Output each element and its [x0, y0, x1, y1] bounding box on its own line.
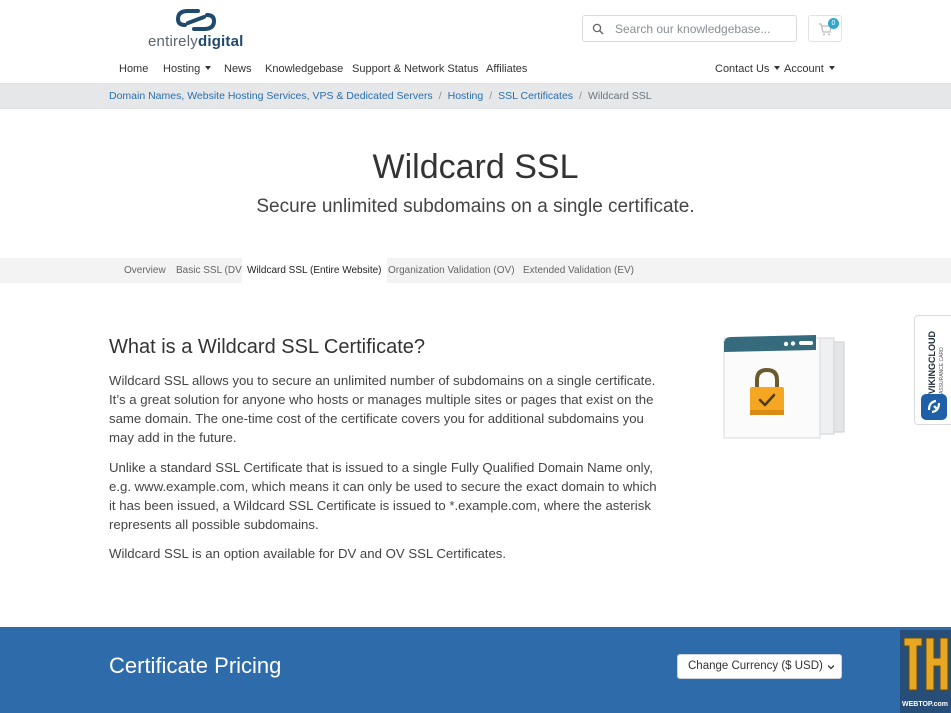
- breadcrumb: Domain Names, Website Hosting Services, …: [0, 83, 951, 109]
- site-logo[interactable]: entirelydigital: [148, 7, 248, 51]
- svg-text:WEBTOP.com: WEBTOP.com: [902, 701, 948, 708]
- nav-knowledgebase[interactable]: Knowledgebase: [265, 63, 343, 75]
- section-heading: What is a Wildcard SSL Certificate?: [109, 336, 426, 358]
- logo-wordmark: entirelydigital: [148, 33, 244, 50]
- chevron-down-icon: [828, 665, 834, 670]
- nav-support-status[interactable]: Support & Network Status: [352, 63, 479, 75]
- tab-extended-validation[interactable]: Extended Validation (EV): [518, 258, 639, 283]
- certificate-pricing-section: Certificate Pricing Change Currency ($ U…: [0, 627, 951, 713]
- currency-select-label: Change Currency ($ USD): [688, 660, 823, 672]
- search-input[interactable]: [615, 19, 790, 39]
- search-icon: [592, 23, 604, 35]
- breadcrumb-current: Wildcard SSL: [587, 90, 652, 102]
- paragraph-comparison: Unlike a standard SSL Certificate that i…: [109, 460, 657, 532]
- nav-hosting[interactable]: Hosting: [163, 63, 212, 75]
- logo-mark-icon: [176, 9, 216, 31]
- knowledgebase-search[interactable]: [582, 15, 797, 42]
- breadcrumb-separator: /: [438, 90, 442, 102]
- page-subtitle: Secure unlimited subdomains on a single …: [256, 196, 695, 217]
- vikingcloud-assurance-badge[interactable]: VIKINGCLOUD ASSURANCE CARD: [914, 315, 951, 425]
- chevron-down-icon: [205, 66, 212, 70]
- breadcrumb-separator: /: [489, 90, 493, 102]
- svg-text:ASSURANCE CARD: ASSURANCE CARD: [939, 347, 945, 394]
- main-nav: Home Hosting News Knowledgebase Support …: [0, 56, 951, 83]
- page-title: Wildcard SSL: [372, 148, 579, 186]
- nav-account[interactable]: Account: [784, 63, 835, 75]
- pricing-heading: Certificate Pricing: [109, 653, 282, 678]
- ssl-subnav: Overview Basic SSL (DV) Wildcard SSL (En…: [0, 258, 951, 283]
- breadcrumb-separator: /: [579, 90, 582, 102]
- cart-button[interactable]: 0: [808, 15, 842, 42]
- nav-hosting-label: Hosting: [163, 63, 201, 75]
- breadcrumb-ssl-certificates[interactable]: SSL Certificates: [498, 90, 573, 102]
- viking-line2: ASSURANCE CARD: [939, 347, 945, 394]
- chevron-down-icon: [774, 66, 781, 70]
- chevron-down-icon: [828, 66, 835, 70]
- viking-line1: VIKINGCLOUD: [927, 330, 937, 394]
- vikingcloud-wordmark: VIKINGCLOUD ASSURANCE CARD: [927, 330, 945, 394]
- cart-count-badge: 0: [828, 18, 839, 29]
- paragraph-intro: Wildcard SSL allows you to secure an unl…: [109, 373, 656, 445]
- nav-account-label: Account: [784, 63, 824, 75]
- breadcrumb-hosting[interactable]: Hosting: [448, 90, 484, 102]
- paragraph-availability: Wildcard SSL is an option available for …: [109, 546, 507, 561]
- nav-contact-us[interactable]: Contact Us: [715, 63, 781, 75]
- tab-basic-ssl[interactable]: Basic SSL (DV): [171, 258, 250, 283]
- nav-affiliates[interactable]: Affiliates: [486, 63, 527, 75]
- site-header: entirelydigital 0: [0, 0, 951, 56]
- tab-wildcard-ssl[interactable]: Wildcard SSL (Entire Website): [242, 258, 387, 283]
- svg-text:VIKINGCLOUD: VIKINGCLOUD: [927, 330, 937, 394]
- tab-organization-validation[interactable]: Organization Validation (OV): [383, 258, 520, 283]
- watermark-text: WEBTOP.com: [902, 701, 948, 708]
- nav-home[interactable]: Home: [119, 63, 148, 75]
- currency-select[interactable]: Change Currency ($ USD): [677, 654, 842, 679]
- breadcrumb-home[interactable]: Domain Names, Website Hosting Services, …: [109, 90, 433, 102]
- webtop-watermark-logo: WEBTOP.com: [900, 630, 951, 713]
- vikingcloud-shield-icon: [921, 394, 947, 420]
- nav-contact-label: Contact Us: [715, 63, 770, 75]
- tab-overview[interactable]: Overview: [119, 258, 171, 283]
- ssl-certificate-illustration: [723, 335, 845, 439]
- nav-news[interactable]: News: [224, 63, 252, 75]
